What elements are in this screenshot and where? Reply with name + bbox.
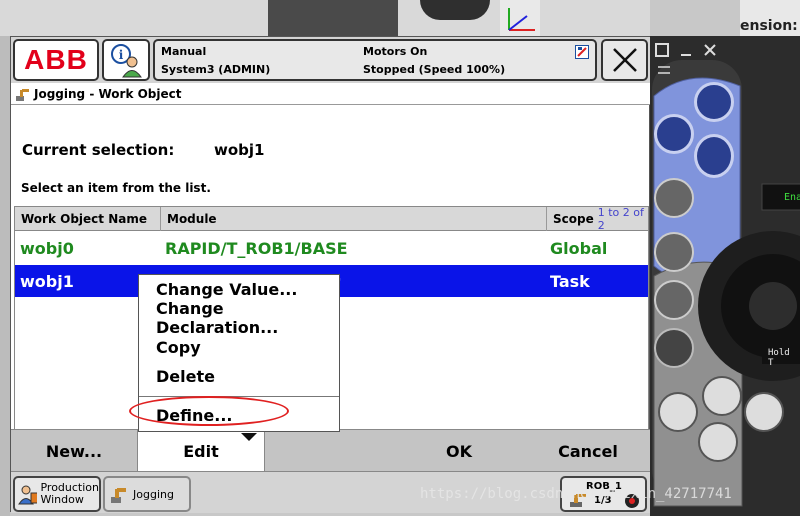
edit-label: Edit: [183, 441, 219, 461]
table-header: Work Object Name Module Scope 1 to 2 of …: [15, 206, 648, 232]
status-panel[interactable]: Manual System3 (ADMIN) Motors On Stopped…: [153, 39, 597, 81]
pendant-close-icon: [704, 44, 716, 56]
new-button[interactable]: New...: [11, 430, 137, 472]
key-unit-select[interactable]: [694, 82, 734, 122]
key-toggle-increment[interactable]: [654, 280, 694, 320]
event-log-button[interactable]: i: [102, 39, 150, 81]
key-axis-group[interactable]: [654, 114, 694, 154]
key-programmable[interactable]: [654, 328, 694, 368]
task-jogging[interactable]: Jogging: [103, 476, 191, 512]
row-count: 1 to 2 of 2: [597, 206, 644, 232]
row-scope: Global: [550, 238, 608, 258]
row-name: wobj0: [20, 238, 74, 258]
enable-display: Ena: [784, 192, 800, 203]
flexpendant-screen: ABB i Manual System3 (ADMIN) Motors On S…: [10, 36, 651, 513]
ok-button[interactable]: OK: [393, 430, 525, 472]
pendant-window-icon: [655, 43, 669, 57]
edit-button[interactable]: Edit: [137, 430, 265, 472]
background-text: ension:: [740, 18, 798, 34]
motors-status: Motors On: [363, 45, 428, 58]
key-lead-through[interactable]: [654, 178, 694, 218]
row-name: wobj1: [20, 271, 74, 291]
row-scope: Task: [550, 271, 590, 291]
jogging-task-icon: [111, 488, 126, 503]
task-label-line2: Window: [40, 493, 84, 506]
operating-mode: Manual: [161, 45, 207, 58]
joystick[interactable]: [748, 266, 798, 346]
quickset-status-icon: [575, 45, 589, 59]
menu-item-change-declaration[interactable]: Change Declaration...: [156, 299, 339, 337]
abb-menu-button[interactable]: ABB: [13, 39, 99, 81]
key-stop[interactable]: [698, 422, 738, 462]
key-motion-mode[interactable]: [694, 134, 734, 178]
close-button[interactable]: [601, 39, 648, 81]
jogging-icon: [16, 88, 29, 101]
pendant-swap-icon: [658, 66, 670, 74]
table-row[interactable]: wobj0 RAPID/T_ROB1/BASE Global: [15, 232, 648, 264]
row-module: RAPID/T_ROB1/BASE: [165, 238, 348, 258]
menu-item-copy[interactable]: Copy: [156, 333, 201, 361]
current-selection-value: wobj1: [214, 141, 265, 159]
column-header-module[interactable]: Module: [161, 207, 547, 231]
window-title: Jogging - Work Object: [34, 86, 182, 101]
menu-item-delete[interactable]: Delete: [156, 362, 215, 390]
axis-gizmo-icon: [508, 8, 535, 31]
cancel-button[interactable]: Cancel: [525, 430, 651, 472]
pendant-minimize-icon: [681, 54, 691, 56]
top-bar: ABB i Manual System3 (ADMIN) Motors On S…: [11, 37, 651, 83]
hold-to-run-label: Hold T: [768, 348, 790, 368]
production-window-icon: [18, 485, 38, 505]
key-toggle-reorient[interactable]: [654, 232, 694, 272]
window-title-bar: Jogging - Work Object: [11, 83, 651, 105]
key-step-forward[interactable]: [744, 392, 784, 432]
key-step-back[interactable]: [658, 392, 698, 432]
highlight-annotation: [129, 396, 289, 426]
info-user-icon: i: [111, 44, 142, 78]
key-run[interactable]: [702, 376, 742, 416]
robot-scene-background: [0, 0, 650, 36]
robot-scene-left-edge: [0, 36, 10, 516]
task-label: Jogging: [133, 487, 174, 501]
desktop: ension: ABB i Manual System3 (ADMIN) Mot…: [0, 0, 800, 516]
flexpendant-hardware: Ena Hold T: [650, 36, 800, 516]
system-name: System3 (ADMIN): [161, 63, 271, 76]
command-bar: New... Edit OK Cancel: [11, 429, 651, 472]
program-state: Stopped (Speed 100%): [363, 63, 506, 76]
instruction-text: Select an item from the list.: [21, 181, 211, 195]
column-header-scope[interactable]: Scope 1 to 2 of 2: [547, 206, 648, 232]
svg-text:i: i: [119, 48, 124, 62]
task-production-window[interactable]: Production Window: [13, 476, 101, 512]
watermark-text: https://blog.csdn.net/weixin_42717741: [420, 486, 732, 502]
abb-logo: ABB: [24, 44, 88, 75]
menu-open-arrow-icon: [241, 433, 257, 441]
current-selection-label: Current selection:: [22, 141, 175, 159]
close-icon: [612, 48, 637, 72]
column-header-name[interactable]: Work Object Name: [15, 207, 161, 231]
